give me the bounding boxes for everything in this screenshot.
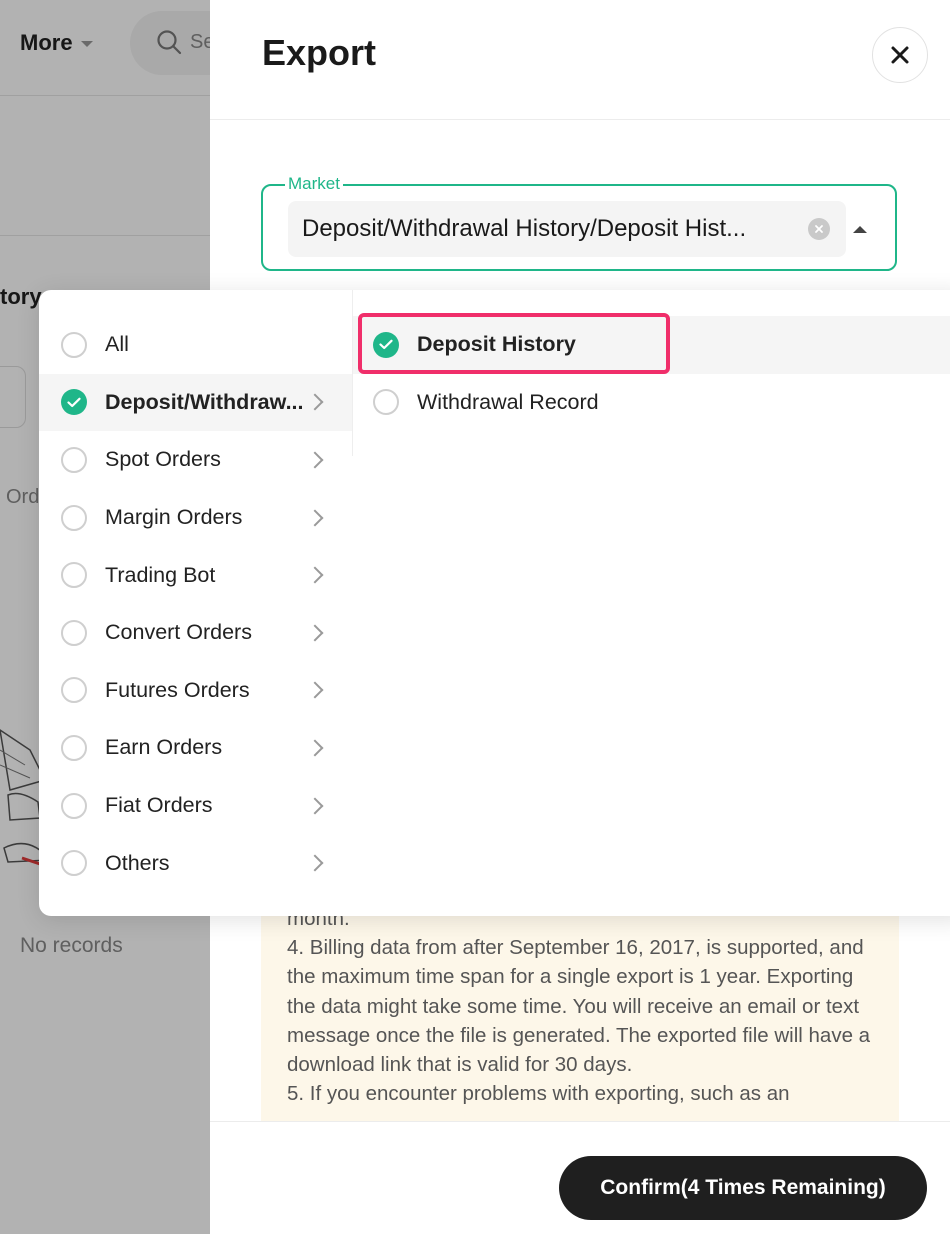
radio-icon[interactable]	[61, 562, 87, 589]
category-option-earn-orders[interactable]: Earn Orders	[39, 719, 352, 777]
category-option-others[interactable]: Others	[39, 834, 352, 892]
market-selected-value[interactable]: Deposit/Withdrawal History/Deposit Hist.…	[288, 201, 846, 257]
category-label: Margin Orders	[105, 505, 243, 530]
chevron-right-icon	[306, 509, 324, 527]
category-label: Futures Orders	[105, 677, 250, 702]
market-select[interactable]: Market Deposit/Withdrawal History/Deposi…	[261, 174, 897, 271]
subcategory-label: Deposit History	[417, 332, 576, 357]
chevron-right-icon	[306, 681, 324, 699]
close-icon	[891, 46, 909, 64]
clear-icon[interactable]	[808, 218, 830, 240]
notes-text: month. 4. Billing data from after Septem…	[287, 904, 883, 1108]
note-line: 4. Billing data from after September 16,…	[287, 936, 871, 1077]
check-circle-icon[interactable]	[61, 389, 87, 416]
chevron-right-icon	[306, 739, 324, 757]
drawer-title: Export	[262, 32, 377, 73]
market-label: Market	[285, 174, 343, 194]
chevron-right-icon	[306, 854, 324, 872]
category-label: All	[105, 332, 129, 357]
drawer-header: Export	[210, 0, 950, 120]
radio-icon[interactable]	[61, 504, 87, 531]
category-option-fiat-orders[interactable]: Fiat Orders	[39, 777, 352, 835]
check-circle-icon[interactable]	[373, 331, 399, 358]
drawer-footer: Confirm(4 Times Remaining)	[210, 1121, 950, 1235]
chevron-right-icon	[306, 393, 324, 411]
category-option-trading-bot[interactable]: Trading Bot	[39, 546, 352, 604]
category-option-convert-orders[interactable]: Convert Orders	[39, 604, 352, 662]
category-column: All Deposit/Withdraw... Spot Orders Marg…	[39, 316, 352, 892]
radio-icon[interactable]	[61, 331, 87, 358]
radio-icon[interactable]	[61, 792, 87, 819]
subcategory-column: Deposit History Withdrawal Record	[353, 316, 950, 431]
category-label: Deposit/Withdraw...	[105, 389, 304, 414]
radio-icon[interactable]	[61, 619, 87, 646]
market-value-text: Deposit/Withdrawal History/Deposit Hist.…	[302, 215, 747, 242]
note-line: 5. If you encounter problems with export…	[287, 1082, 790, 1106]
category-label: Trading Bot	[105, 562, 216, 587]
subcategory-label: Withdrawal Record	[417, 389, 599, 414]
subcategory-option-deposit-history[interactable]: Deposit History	[353, 316, 950, 374]
export-notes: month. 4. Billing data from after Septem…	[261, 880, 899, 1122]
confirm-button[interactable]: Confirm(4 Times Remaining)	[559, 1156, 927, 1220]
chevron-right-icon	[306, 566, 324, 584]
category-label: Fiat Orders	[105, 793, 213, 818]
market-cascader-dropdown: All Deposit/Withdraw... Spot Orders Marg…	[39, 290, 950, 916]
chevron-right-icon	[306, 797, 324, 815]
close-button[interactable]	[872, 27, 928, 83]
chevron-right-icon	[306, 451, 324, 469]
category-option-spot-orders[interactable]: Spot Orders	[39, 431, 352, 489]
category-option-margin-orders[interactable]: Margin Orders	[39, 489, 352, 547]
radio-icon[interactable]	[61, 677, 87, 704]
chevron-right-icon	[306, 624, 324, 642]
subcategory-option-withdrawal-record[interactable]: Withdrawal Record	[353, 374, 950, 432]
category-label: Convert Orders	[105, 620, 252, 645]
category-label: Earn Orders	[105, 735, 223, 760]
radio-icon[interactable]	[61, 734, 87, 761]
radio-icon[interactable]	[61, 850, 87, 877]
category-option-all[interactable]: All	[39, 316, 352, 374]
category-label: Spot Orders	[105, 447, 221, 472]
category-label: Others	[105, 850, 170, 875]
category-option-futures-orders[interactable]: Futures Orders	[39, 662, 352, 720]
caret-up-icon[interactable]	[853, 226, 867, 233]
radio-icon[interactable]	[61, 446, 87, 473]
radio-icon[interactable]	[373, 389, 399, 416]
category-option-deposit-withdrawal[interactable]: Deposit/Withdraw...	[39, 373, 352, 432]
